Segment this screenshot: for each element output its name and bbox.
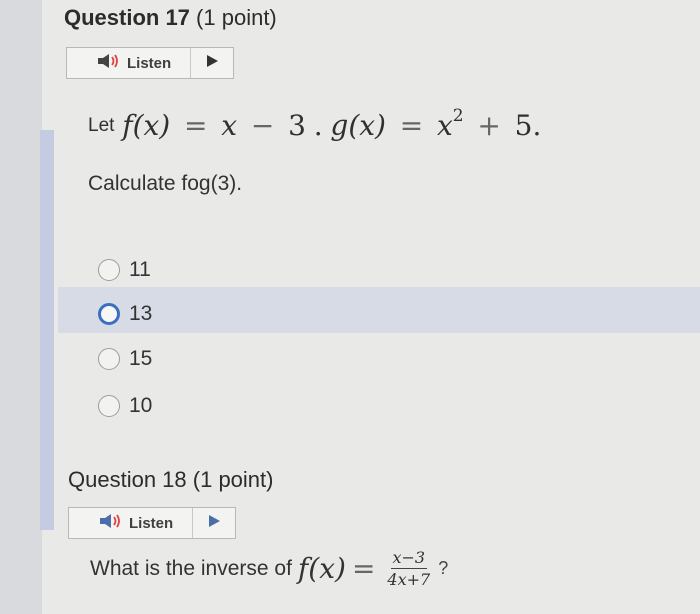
left-panel-edge xyxy=(0,0,42,614)
radio-button[interactable] xyxy=(98,395,120,417)
question-17-statement: Let f(x) = x − 3 . g(x) = x2 + 5. xyxy=(88,106,541,142)
question-18-points: (1 point) xyxy=(192,467,274,492)
question-17-prompt: Calculate fog(3). xyxy=(88,172,243,195)
g-function-name: g xyxy=(330,109,349,142)
play-icon xyxy=(207,514,221,533)
question-17-number: Question 17 xyxy=(64,5,190,30)
fraction-denominator: 4x+7 xyxy=(387,570,431,589)
g-rhs-variable: x xyxy=(436,109,453,142)
f-function-name: f xyxy=(297,552,309,585)
question-18-title: Question 18 (1 point) xyxy=(68,467,273,493)
radio-button[interactable] xyxy=(98,303,120,325)
g-rhs-exponent: 2 xyxy=(452,106,464,126)
radio-button[interactable] xyxy=(98,348,120,370)
plus-sign: + xyxy=(477,109,501,142)
question-18-play-button[interactable] xyxy=(193,508,235,538)
fraction-numerator: x−3 xyxy=(390,548,428,569)
question-18-statement: What is the inverse of f (x) = x−3 4x+7 ? xyxy=(90,548,448,589)
play-icon xyxy=(205,54,219,73)
hover-highlight-row xyxy=(58,287,700,333)
g-rhs-constant: 5. xyxy=(514,109,542,142)
question-18-listen-button[interactable]: Listen xyxy=(69,508,193,538)
f-rhs-variable: x xyxy=(221,109,238,142)
listen-label: Listen xyxy=(129,514,174,532)
g-function-arg: (x) xyxy=(348,109,386,142)
answer-option[interactable]: 11 xyxy=(98,250,151,290)
question-17-title: Question 17 (1 point) xyxy=(64,5,277,31)
fraction: x−3 4x+7 xyxy=(385,548,432,589)
statement-separator: . xyxy=(313,109,323,142)
f-rhs-constant: 3 xyxy=(288,109,306,142)
question-17-listen-widget: Listen xyxy=(66,47,234,79)
question-18-listen-widget: Listen xyxy=(68,507,236,539)
answer-option[interactable]: 13 xyxy=(98,294,152,334)
question-17-play-button[interactable] xyxy=(191,48,233,78)
statement-lead: Let xyxy=(88,115,115,136)
quiz-content: Question 17 (1 point) Listen Let f(x) = … xyxy=(54,0,700,614)
equals-sign: = xyxy=(184,109,208,142)
question-18-number: Question 18 xyxy=(68,467,187,492)
f-function-arg: (x) xyxy=(308,552,346,585)
equals-sign: = xyxy=(351,552,376,585)
answer-option-label: 10 xyxy=(129,394,153,417)
answer-option-label: 11 xyxy=(129,258,151,281)
speaker-icon xyxy=(97,53,121,74)
radio-button[interactable] xyxy=(98,259,120,281)
listen-label: Listen xyxy=(127,54,172,72)
f-function-arg: (x) xyxy=(132,109,171,142)
question-17-points: (1 point) xyxy=(196,5,277,30)
equals-sign: = xyxy=(399,109,424,142)
speaker-icon xyxy=(99,513,123,534)
question-17-listen-button[interactable]: Listen xyxy=(67,48,191,78)
minus-sign: − xyxy=(250,109,275,142)
answer-option[interactable]: 10 xyxy=(98,386,152,426)
question-mark: ? xyxy=(438,558,449,578)
answer-option[interactable]: 15 xyxy=(98,339,152,379)
f-function-name: f xyxy=(122,109,133,142)
question-18-lead: What is the inverse of xyxy=(90,556,292,580)
answer-option-label: 15 xyxy=(129,347,153,370)
scrollbar[interactable] xyxy=(40,130,54,530)
answer-option-label: 13 xyxy=(129,302,153,325)
